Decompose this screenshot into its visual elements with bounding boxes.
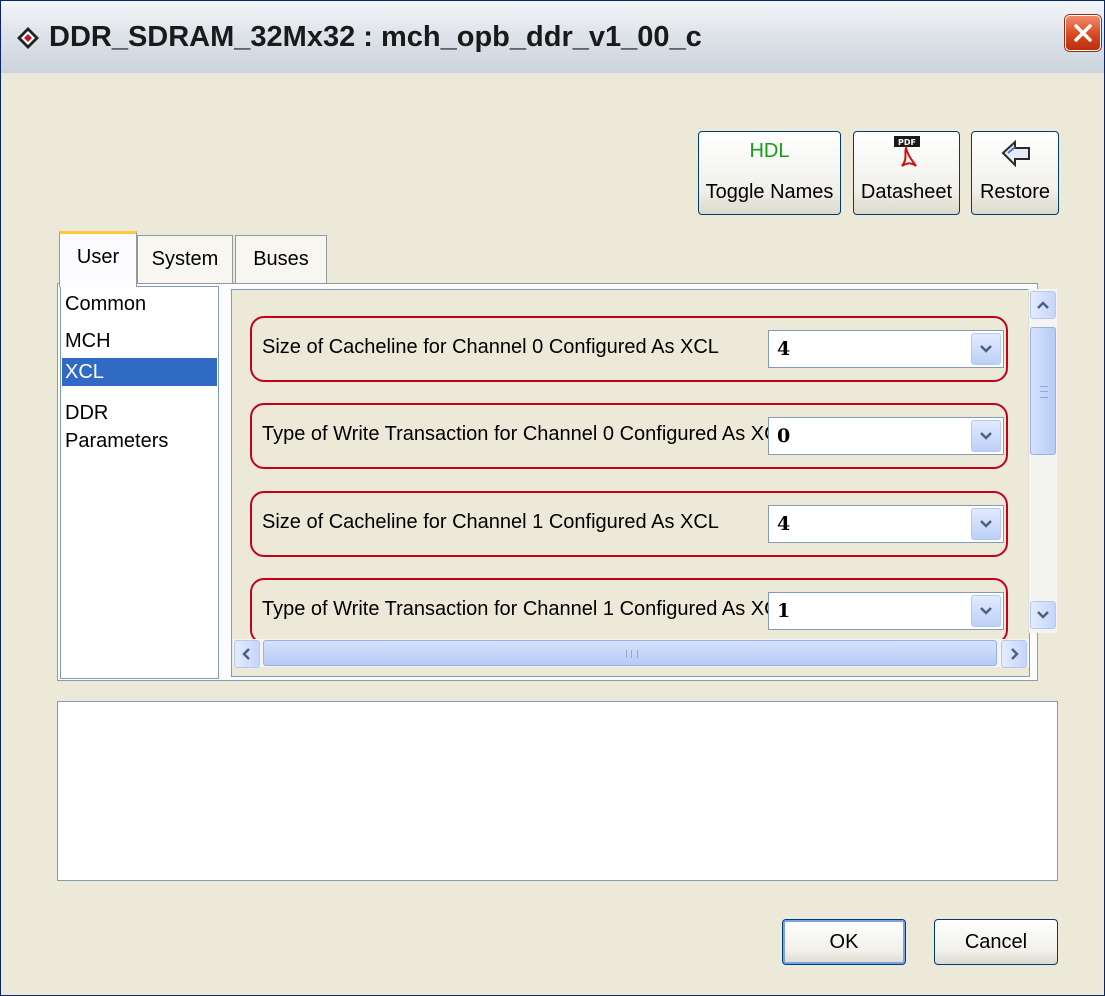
restore-icon — [1001, 139, 1030, 168]
grip-icon — [626, 650, 638, 658]
chevron-down-icon — [980, 520, 992, 528]
description-box — [57, 701, 1058, 881]
dropdown-button[interactable] — [971, 508, 1001, 540]
pdf-icon: PDF — [894, 136, 920, 167]
vertical-scrollbar[interactable] — [1028, 289, 1057, 633]
param-label: Size of Cacheline for Channel 1 Configur… — [262, 511, 719, 533]
param-value: 0 — [777, 425, 791, 447]
close-icon — [1074, 24, 1092, 42]
tab-user[interactable]: User — [59, 231, 137, 287]
chevron-down-icon — [980, 607, 992, 615]
param-dropdown[interactable]: 0 — [768, 417, 1004, 455]
chevron-down-icon — [980, 345, 992, 353]
cancel-button[interactable]: Cancel — [934, 919, 1058, 965]
toggle-names-button[interactable]: HDL Toggle Names — [698, 131, 841, 215]
grip-icon — [1040, 386, 1048, 398]
tab-system[interactable]: System — [137, 235, 233, 283]
tab-system-label: System — [151, 248, 219, 270]
dropdown-button[interactable] — [971, 420, 1001, 452]
parameters-panel: Size of Cacheline for Channel 0 Configur… — [231, 289, 1030, 677]
param-label: Type of Write Transaction for Channel 0 … — [262, 423, 790, 445]
datasheet-label: Datasheet — [860, 181, 953, 203]
category-item-ddr-parameters[interactable]: DDR Parameters — [62, 399, 217, 452]
chevron-down-icon — [980, 432, 992, 440]
dialog-window: DDR_SDRAM_32Mx32 : mch_opb_ddr_v1_00_c H… — [0, 0, 1105, 996]
ok-label: OK — [829, 931, 859, 953]
param-row: Size of Cacheline for Channel 1 Configur… — [250, 491, 1008, 557]
app-icon — [17, 27, 39, 49]
scroll-up-button[interactable] — [1030, 291, 1056, 319]
horizontal-scroll-thumb[interactable] — [263, 640, 997, 666]
param-label: Size of Cacheline for Channel 0 Configur… — [262, 336, 719, 358]
toggle-names-label: Toggle Names — [705, 181, 834, 203]
close-button[interactable] — [1065, 15, 1101, 51]
title-bar[interactable]: DDR_SDRAM_32Mx32 : mch_opb_ddr_v1_00_c — [1, 1, 1104, 73]
category-item-common[interactable]: Common — [62, 290, 217, 318]
param-label: Type of Write Transaction for Channel 1 … — [262, 598, 790, 620]
scroll-left-button[interactable] — [234, 640, 260, 668]
ok-button[interactable]: OK — [782, 919, 906, 965]
param-dropdown[interactable]: 1 — [768, 592, 1004, 630]
param-row: Size of Cacheline for Channel 0 Configur… — [250, 316, 1008, 382]
chevron-right-icon — [1011, 648, 1019, 660]
param-dropdown[interactable]: 4 — [768, 330, 1004, 368]
vertical-scroll-thumb[interactable] — [1030, 327, 1056, 455]
chevron-down-icon — [1037, 611, 1049, 619]
dropdown-button[interactable] — [971, 595, 1001, 627]
tab-user-label: User — [76, 246, 120, 268]
datasheet-button[interactable]: PDF Datasheet — [853, 131, 960, 215]
restore-button[interactable]: Restore — [971, 131, 1059, 215]
scroll-right-button[interactable] — [1001, 640, 1027, 668]
chevron-left-icon — [242, 648, 250, 660]
scroll-down-button[interactable] — [1030, 601, 1056, 629]
svg-text:PDF: PDF — [898, 138, 916, 147]
hdl-icon: HDL — [749, 140, 790, 162]
tab-buses-label: Buses — [253, 248, 309, 270]
tab-buses[interactable]: Buses — [235, 235, 327, 283]
category-item-xcl[interactable]: XCL — [62, 358, 217, 386]
category-item-mch[interactable]: MCH — [62, 327, 217, 355]
param-value: 4 — [777, 338, 791, 360]
horizontal-scrollbar[interactable] — [233, 639, 1029, 668]
category-list[interactable]: Common MCH XCL DDR Parameters — [60, 286, 219, 679]
window-title: DDR_SDRAM_32Mx32 : mch_opb_ddr_v1_00_c — [49, 21, 702, 53]
chevron-up-icon — [1037, 301, 1049, 309]
param-row: Type of Write Transaction for Channel 0 … — [250, 403, 1008, 469]
param-value: 4 — [777, 513, 791, 535]
dropdown-button[interactable] — [971, 333, 1001, 365]
param-dropdown[interactable]: 4 — [768, 505, 1004, 543]
param-value: 1 — [777, 600, 791, 622]
param-row: Type of Write Transaction for Channel 1 … — [250, 578, 1008, 644]
restore-label: Restore — [979, 181, 1051, 203]
cancel-label: Cancel — [964, 931, 1028, 953]
